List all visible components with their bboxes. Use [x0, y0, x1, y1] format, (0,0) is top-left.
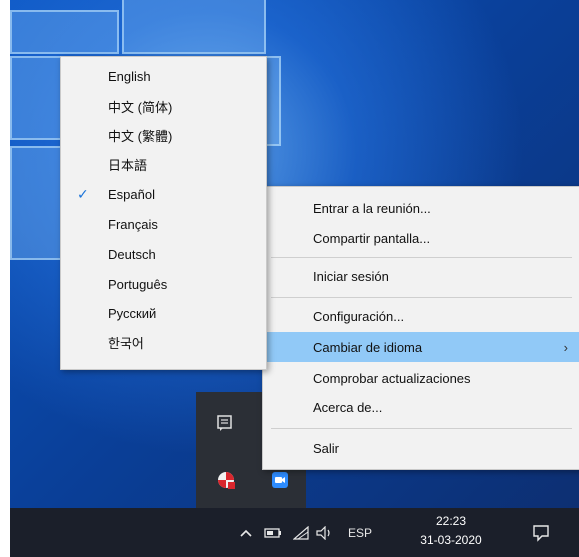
- menu-item-join-meeting[interactable]: Entrar a la reunión...: [263, 193, 579, 223]
- language-item-spanish[interactable]: ✓ Español: [61, 179, 266, 209]
- wallpaper-pane: [122, 0, 266, 54]
- menu-item-settings[interactable]: Configuración...: [263, 301, 579, 331]
- volume-icon[interactable]: [314, 508, 336, 557]
- language-submenu: English 中文 (简体) 中文 (繁體) 日本語 ✓ Español Fr…: [60, 56, 267, 370]
- language-label: Deutsch: [108, 246, 156, 262]
- menu-item-label: Acerca de...: [313, 399, 383, 415]
- zoom-app-icon[interactable]: [272, 472, 288, 488]
- menu-item-exit[interactable]: Salir: [263, 433, 579, 463]
- language-item-portuguese[interactable]: Português: [61, 269, 266, 299]
- menu-item-label: Salir: [313, 440, 340, 456]
- submenu-arrow-icon: ›: [563, 339, 568, 355]
- menu-item-about[interactable]: Acerca de...: [263, 392, 579, 422]
- chevron-up-icon[interactable]: [236, 508, 256, 557]
- menu-item-label: Iniciar sesión: [313, 268, 389, 284]
- language-label: Français: [108, 216, 158, 232]
- language-label: 한국어: [108, 335, 144, 351]
- menu-item-label: Compartir pantalla...: [313, 230, 431, 246]
- language-item-chinese-simplified[interactable]: 中文 (简体): [61, 91, 266, 121]
- language-label: Español: [108, 186, 155, 202]
- language-item-japanese[interactable]: 日本語: [61, 149, 266, 179]
- menu-item-label: Configuración...: [313, 308, 405, 324]
- language-item-chinese-traditional[interactable]: 中文 (繁體): [61, 120, 266, 150]
- wallpaper-pane: [10, 10, 119, 54]
- menu-separator: [271, 257, 572, 258]
- language-label: 中文 (简体): [108, 99, 173, 115]
- language-label: 日本語: [108, 157, 148, 173]
- menu-separator: [271, 428, 572, 429]
- clipboard-icon[interactable]: [216, 414, 234, 432]
- input-language-indicator[interactable]: ESP: [340, 508, 380, 557]
- language-item-english[interactable]: English: [61, 61, 266, 91]
- language-item-french[interactable]: Français: [61, 209, 266, 239]
- notification-icon[interactable]: [526, 508, 556, 557]
- menu-item-change-language[interactable]: Cambiar de idioma ›: [263, 332, 579, 362]
- clock-date: 31-03-2020: [420, 533, 482, 547]
- app-shield-icon[interactable]: [216, 470, 236, 490]
- menu-item-check-updates[interactable]: Comprobar actualizaciones: [263, 363, 579, 393]
- menu-item-share-screen[interactable]: Compartir pantalla...: [263, 223, 579, 253]
- clock[interactable]: 22:23 31-03-2020: [420, 512, 482, 550]
- language-item-german[interactable]: Deutsch: [61, 239, 266, 269]
- language-item-korean[interactable]: 한국어: [61, 327, 266, 357]
- menu-separator: [271, 297, 572, 298]
- taskbar: ESP 22:23 31-03-2020: [10, 508, 579, 557]
- menu-item-label: Comprobar actualizaciones: [313, 370, 471, 386]
- menu-item-label: Entrar a la reunión...: [313, 200, 431, 216]
- app-context-menu: Entrar a la reunión... Compartir pantall…: [262, 186, 579, 470]
- language-label: English: [108, 68, 151, 84]
- menu-item-label: Cambiar de idioma: [313, 339, 423, 355]
- language-label: Русский: [108, 305, 157, 321]
- language-label: Português: [108, 276, 168, 292]
- language-item-russian[interactable]: Русский: [61, 298, 266, 328]
- language-label: 中文 (繁體): [108, 128, 173, 144]
- checkmark-icon: ✓: [77, 185, 89, 202]
- wifi-icon[interactable]: [290, 508, 312, 557]
- menu-item-sign-in[interactable]: Iniciar sesión: [263, 261, 579, 291]
- battery-icon[interactable]: [262, 508, 284, 557]
- screenshot-frame: ESP 22:23 31-03-2020 Entrar a la reunión…: [10, 0, 579, 557]
- clock-time: 22:23: [435, 514, 467, 528]
